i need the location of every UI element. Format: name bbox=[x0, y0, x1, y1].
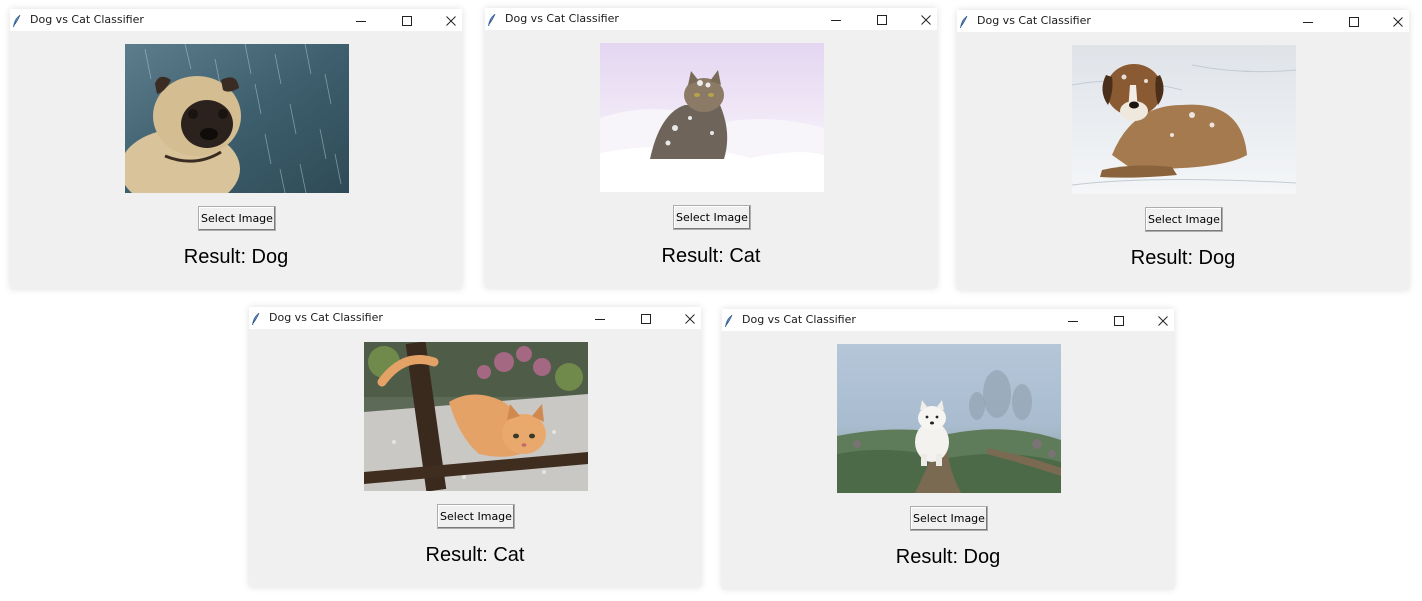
title-bar[interactable]: Dog vs Cat Classifier bbox=[10, 9, 462, 31]
result-label: Result: Cat bbox=[661, 245, 761, 267]
window-title: Dog vs Cat Classifier bbox=[977, 14, 1091, 27]
minimize-icon[interactable] bbox=[829, 12, 843, 26]
window-title: Dog vs Cat Classifier bbox=[742, 313, 856, 326]
select-image-button[interactable]: Select Image bbox=[198, 206, 276, 231]
close-icon[interactable] bbox=[683, 311, 697, 325]
title-bar[interactable]: Dog vs Cat Classifier bbox=[485, 8, 937, 30]
minimize-icon[interactable] bbox=[593, 311, 607, 325]
feather-icon bbox=[251, 311, 261, 325]
result-label: Result: Cat bbox=[425, 544, 525, 566]
feather-icon bbox=[12, 13, 22, 27]
close-icon[interactable] bbox=[444, 13, 458, 27]
classifier-window-4: Dog vs Cat Classifier Select Image Resul… bbox=[249, 307, 701, 587]
maximize-icon[interactable] bbox=[639, 311, 653, 325]
feather-icon bbox=[959, 14, 969, 28]
close-icon[interactable] bbox=[919, 12, 933, 26]
selected-image-pug bbox=[125, 44, 349, 193]
feather-icon bbox=[487, 12, 497, 26]
classifier-window-3: Dog vs Cat Classifier Select Image Resul… bbox=[957, 10, 1409, 290]
maximize-icon[interactable] bbox=[400, 13, 414, 27]
window-title: Dog vs Cat Classifier bbox=[30, 13, 144, 26]
selected-image-cat-snow bbox=[600, 43, 824, 192]
maximize-icon[interactable] bbox=[1347, 14, 1361, 28]
minimize-icon[interactable] bbox=[1301, 14, 1315, 28]
result-label: Result: Dog bbox=[895, 546, 1001, 568]
window-title: Dog vs Cat Classifier bbox=[269, 311, 383, 324]
title-bar[interactable]: Dog vs Cat Classifier bbox=[957, 10, 1409, 32]
minimize-icon[interactable] bbox=[354, 13, 368, 27]
close-icon[interactable] bbox=[1156, 313, 1170, 327]
select-image-button[interactable]: Select Image bbox=[673, 205, 751, 230]
select-image-button[interactable]: Select Image bbox=[437, 504, 515, 529]
feather-icon bbox=[724, 313, 734, 327]
select-image-button[interactable]: Select Image bbox=[1145, 207, 1223, 232]
window-title: Dog vs Cat Classifier bbox=[505, 12, 619, 25]
classifier-window-1: Dog vs Cat Classifier Select Image Resul… bbox=[10, 9, 462, 289]
close-icon[interactable] bbox=[1391, 14, 1405, 28]
selected-image-samoyed bbox=[837, 344, 1061, 493]
classifier-window-2: Dog vs Cat Classifier Select Image Resul… bbox=[485, 8, 937, 288]
classifier-window-5: Dog vs Cat Classifier Select Image Resul… bbox=[722, 309, 1174, 589]
result-label: Result: Dog bbox=[183, 246, 289, 268]
minimize-icon[interactable] bbox=[1066, 313, 1080, 327]
selected-image-saint-bernard bbox=[1072, 45, 1296, 194]
title-bar[interactable]: Dog vs Cat Classifier bbox=[722, 309, 1174, 331]
select-image-button[interactable]: Select Image bbox=[910, 506, 988, 531]
maximize-icon[interactable] bbox=[875, 12, 889, 26]
title-bar[interactable]: Dog vs Cat Classifier bbox=[249, 307, 701, 329]
result-label: Result: Dog bbox=[1130, 247, 1236, 269]
selected-image-kitten bbox=[364, 342, 588, 491]
maximize-icon[interactable] bbox=[1112, 313, 1126, 327]
